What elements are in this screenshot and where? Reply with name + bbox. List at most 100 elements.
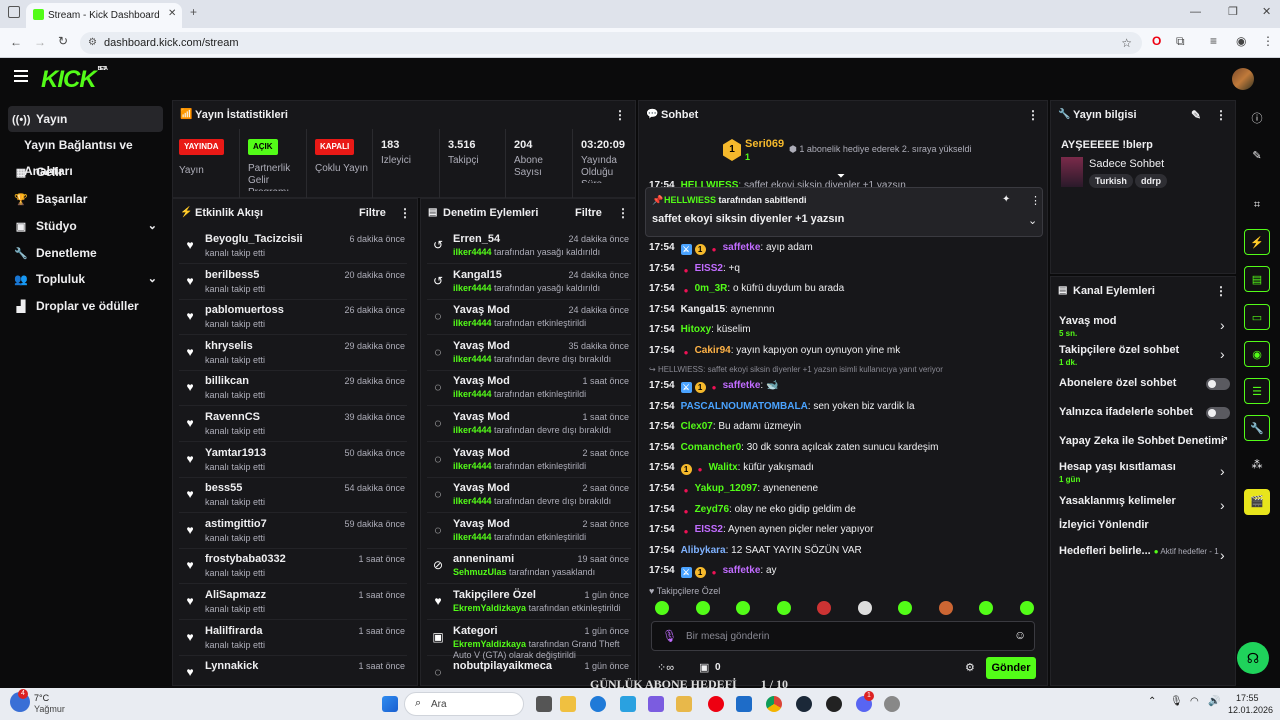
filter-button[interactable]: Filtre: [575, 199, 602, 227]
chat-message[interactable]: 17:54 Kangal15: aynennnn: [649, 303, 1039, 317]
filter-button[interactable]: Filtre: [359, 199, 386, 227]
tab-menu-icon[interactable]: ≡: [1210, 34, 1217, 48]
chat-message[interactable]: 17:54 ⚔ 1 ● saffetke: 🐋: [649, 379, 1039, 393]
settings-icon[interactable]: [884, 696, 900, 712]
top-gifter-name[interactable]: Seri069: [745, 138, 784, 150]
edge-icon[interactable]: [590, 696, 606, 712]
tab-close-icon[interactable]: ✕: [168, 8, 176, 19]
activity-item[interactable]: ♥ astimgittio7 kanalı takip etti 59 dakika …: [179, 514, 407, 549]
activity-item[interactable]: ♥ Beyoglu_Tacizcisii kanalı takip etti 6 da…: [179, 229, 407, 264]
external-link-icon[interactable]: ↗: [1220, 435, 1228, 446]
chat-message[interactable]: 17:54 Hitoxy: küselim: [649, 323, 1039, 337]
emote-icon[interactable]: [857, 601, 872, 615]
more-icon[interactable]: ⋮: [1215, 277, 1227, 305]
category-name[interactable]: Sadece Sohbet: [1089, 158, 1164, 170]
taskbar-search[interactable]: ⌕ Ara: [404, 692, 524, 716]
moderation-item[interactable]: ↺ Kangal15 ilker4444 tarafından yasağı kal…: [427, 265, 631, 300]
activity-item[interactable]: ♥ billikcan kanalı takip etti 29 dakika önc…: [179, 371, 407, 407]
tab-search-icon[interactable]: [8, 6, 20, 18]
app-icon[interactable]: [736, 696, 752, 712]
emote-icon[interactable]: [979, 601, 993, 615]
activity-item[interactable]: ♥ Lynnakick 1 saat önce: [179, 656, 407, 685]
file-explorer-icon[interactable]: [560, 696, 576, 712]
mic-icon[interactable]: 🎙: [662, 629, 677, 643]
focus-icon[interactable]: ⌗: [1244, 192, 1270, 218]
store-icon[interactable]: [620, 696, 636, 712]
moderation-item[interactable]: ◌ Yavaş Mod ilker4444 tarafından devre dış…: [427, 336, 631, 371]
site-info-icon[interactable]: ⚙: [88, 32, 97, 54]
volume-icon[interactable]: 🔊: [1208, 696, 1220, 707]
channel-action[interactable]: İzleyici Yönlendir: [1059, 519, 1229, 531]
extensions-icon[interactable]: ⧉: [1176, 34, 1185, 49]
chat-message[interactable]: 17:54 ● 0m_3R: o küfrü duydum bu arada: [649, 282, 1039, 296]
activity-item[interactable]: ♥ Halilfirarda kanalı takip etti 1 saat önc…: [179, 621, 407, 656]
pinned-message[interactable]: 📌 HELLWIESS tarafından sabitlendi saffet…: [645, 187, 1043, 237]
sidebar-item-studyo[interactable]: ▣ Stüdyo ⌄: [8, 213, 163, 239]
menu-icon[interactable]: [14, 70, 28, 82]
chevron-right-icon[interactable]: ›: [1220, 463, 1225, 479]
chat-message[interactable]: 17:54 ● EISS2: +q: [649, 262, 1039, 276]
activity-item[interactable]: ♥ berilbess5 kanalı takip etti 20 dakika ön…: [179, 265, 407, 300]
activity-item[interactable]: ♥ frostybaba0332 kanalı takip etti 1 saat ö…: [179, 549, 407, 585]
activity-user[interactable]: bess55: [205, 482, 242, 494]
send-button[interactable]: Gönder: [986, 657, 1036, 679]
activity-user[interactable]: khryselis: [205, 340, 253, 352]
emote-icon[interactable]: [1019, 601, 1034, 615]
sidebar-item-droplar[interactable]: ▟ Droplar ve ödüller: [8, 293, 163, 319]
chat-message[interactable]: 17:54 ⚔ 1 ● saffetke: ay: [649, 564, 1039, 579]
moderation-item[interactable]: ◌ Yavaş Mod ilker4444 tarafından etkinleşt…: [427, 371, 631, 407]
activity-item[interactable]: ♥ RavennCS kanalı takip etti 39 dakika önce: [179, 407, 407, 442]
teams-icon[interactable]: [648, 696, 664, 712]
toggle-switch[interactable]: [1206, 378, 1230, 390]
activity-user[interactable]: frostybaba0332: [205, 553, 286, 565]
panels-icon[interactable]: ☰: [1244, 378, 1270, 404]
edit-icon[interactable]: ✎: [1244, 143, 1270, 169]
obs-icon[interactable]: [826, 696, 842, 712]
folder-icon[interactable]: [676, 696, 692, 712]
sidebar-item-yayin[interactable]: ((•)) Yayın: [8, 106, 163, 132]
bolt-icon[interactable]: ⚡: [1244, 229, 1270, 255]
activity-user[interactable]: berilbess5: [205, 269, 259, 281]
activity-item[interactable]: ♥ pablomuertoss kanalı takip etti 26 dakika…: [179, 300, 407, 336]
activity-user[interactable]: RavennCS: [205, 411, 260, 423]
moderation-item[interactable]: ⊘ anneninami SehmuzUlas tarafından yasakla…: [427, 549, 631, 585]
more-icon[interactable]: ⋮: [1027, 101, 1039, 129]
channel-action[interactable]: Yapay Zeka ile Sohbet Denetimi: [1059, 435, 1229, 447]
clipboard-icon[interactable]: ▤: [1244, 266, 1270, 292]
channel-action[interactable]: Hedefleri belirle... ● Aktif hedefler - …: [1059, 545, 1229, 557]
clock-time[interactable]: 17:55: [1236, 693, 1259, 703]
forward-icon[interactable]: →: [34, 35, 46, 49]
chat-message[interactable]: 17:54 ● Zeyd76: olay ne eko gidip geldim d…: [649, 503, 1039, 517]
tray-chevron-icon[interactable]: ⌃: [1148, 696, 1156, 707]
broadcast-icon[interactable]: ◉: [1244, 341, 1270, 367]
emote-icon[interactable]: [736, 601, 750, 615]
sidebar-item-denetleme[interactable]: 🔧 Denetleme: [8, 240, 163, 266]
activity-user[interactable]: Lynnakick: [205, 660, 258, 672]
microphone-icon[interactable]: 🎙: [1170, 696, 1183, 707]
channel-action[interactable]: Yavaş mod 5 sn.: [1059, 315, 1229, 338]
back-icon[interactable]: ←: [10, 35, 22, 49]
chat-message[interactable]: 17:54 Alibykara: 12 SAAT YAYIN SÖZÜN VAR: [649, 544, 1039, 558]
wifi-icon[interactable]: ◠: [1190, 696, 1199, 707]
activity-user[interactable]: billikcan: [205, 375, 249, 387]
chat-message[interactable]: 17:54 Comancher0: 30 dk sonra açılcak zat…: [649, 441, 1039, 455]
profile-icon[interactable]: ◉: [1236, 34, 1246, 48]
emote-icon[interactable]: [776, 601, 791, 615]
emoji-icon[interactable]: ☺: [1014, 628, 1026, 642]
reload-icon[interactable]: ↻: [58, 34, 68, 48]
channel-action[interactable]: Yalnızca ifadelerle sohbet: [1059, 406, 1229, 418]
more-icon[interactable]: ⋮: [614, 101, 626, 129]
activity-user[interactable]: Beyoglu_Tacizcisii: [205, 233, 303, 245]
channel-action[interactable]: Yasaklanmış kelimeler: [1059, 495, 1229, 507]
chevron-right-icon[interactable]: ›: [1220, 547, 1225, 563]
emote-icon[interactable]: [898, 601, 912, 615]
channel-points-icon[interactable]: ⁘∞: [657, 661, 674, 674]
chat-message[interactable]: 17:54 1 ● Walitx: küfür yakışmadı: [649, 461, 1039, 476]
channel-action[interactable]: Hesap yaşı kısıtlaması 1 gün: [1059, 461, 1229, 484]
more-icon[interactable]: ⋮: [1030, 194, 1041, 207]
emote-icon[interactable]: [817, 601, 831, 615]
activity-user[interactable]: astimgittio7: [205, 518, 267, 530]
moderation-item[interactable]: ♥ Takipçilere Özel EkremYaldizkaya tarafın…: [427, 585, 631, 620]
chat-message[interactable]: 17:54 Clex07: Bu adamı üzmeyin: [649, 420, 1039, 434]
close-window-icon[interactable]: ✕: [1262, 5, 1271, 18]
